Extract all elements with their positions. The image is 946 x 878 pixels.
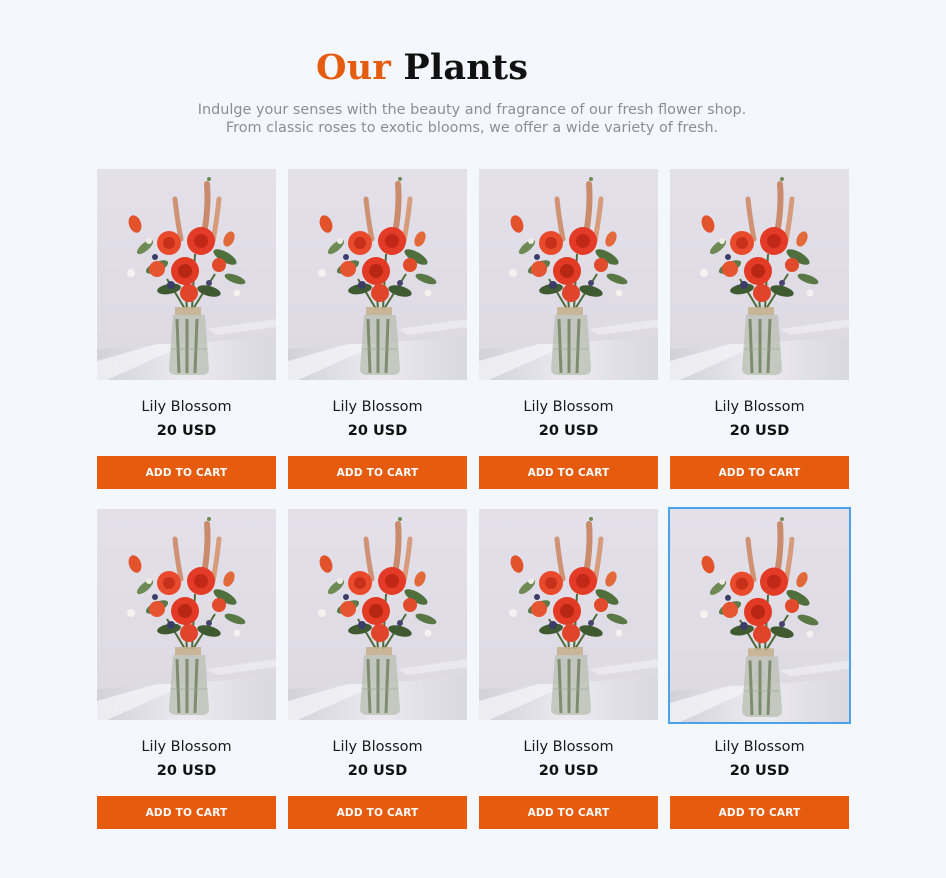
product-image[interactable]	[288, 509, 467, 720]
add-to-cart-button[interactable]: ADD TO CART	[288, 796, 467, 829]
add-to-cart-button[interactable]: ADD TO CART	[97, 796, 276, 829]
flower-bouquet-image	[97, 509, 276, 720]
flower-bouquet-image	[97, 169, 276, 380]
page-title: Our Plants	[316, 48, 528, 88]
product-card: Lily Blossom 20 USD ADD TO CART	[97, 509, 276, 829]
product-card: Lily Blossom 20 USD ADD TO CART	[479, 169, 658, 489]
add-to-cart-button[interactable]: ADD TO CART	[479, 796, 658, 829]
product-card: Lily Blossom 20 USD ADD TO CART	[288, 509, 467, 829]
product-name: Lily Blossom	[523, 399, 614, 415]
product-image[interactable]	[97, 169, 276, 380]
flower-bouquet-image	[670, 169, 849, 380]
add-to-cart-button[interactable]: ADD TO CART	[670, 796, 849, 829]
product-name: Lily Blossom	[141, 739, 232, 755]
product-price: 20 USD	[347, 423, 408, 439]
product-name: Lily Blossom	[714, 739, 805, 755]
product-card: Lily Blossom 20 USD ADD TO CART	[97, 169, 276, 489]
product-name: Lily Blossom	[523, 739, 614, 755]
product-image[interactable]	[288, 169, 467, 380]
product-card: Lily Blossom 20 USD ADD TO CART	[668, 507, 851, 829]
product-image[interactable]	[479, 509, 658, 720]
product-image[interactable]	[479, 169, 658, 380]
flower-bouquet-image	[288, 169, 467, 380]
product-price: 20 USD	[538, 763, 599, 779]
product-name: Lily Blossom	[714, 399, 805, 415]
product-price: 20 USD	[156, 423, 217, 439]
page-title-rest: Plants	[403, 47, 529, 88]
product-card: Lily Blossom 20 USD ADD TO CART	[670, 169, 849, 489]
add-to-cart-button[interactable]: ADD TO CART	[670, 456, 849, 489]
product-card: Lily Blossom 20 USD ADD TO CART	[479, 509, 658, 829]
page-title-accent: Our	[316, 47, 391, 88]
flower-bouquet-image	[670, 509, 849, 722]
flower-bouquet-image	[479, 509, 658, 720]
product-price: 20 USD	[156, 763, 217, 779]
flower-bouquet-image	[479, 169, 658, 380]
product-image[interactable]	[97, 509, 276, 720]
product-card: Lily Blossom 20 USD ADD TO CART	[288, 169, 467, 489]
page-subtitle: Indulge your senses with the beauty and …	[197, 102, 747, 136]
product-grid: Lily Blossom 20 USD ADD TO CART Lily Blo…	[97, 169, 851, 829]
product-image[interactable]	[670, 169, 849, 380]
product-price: 20 USD	[729, 763, 790, 779]
product-price: 20 USD	[538, 423, 599, 439]
add-to-cart-button[interactable]: ADD TO CART	[288, 456, 467, 489]
product-name: Lily Blossom	[332, 739, 423, 755]
product-name: Lily Blossom	[332, 399, 423, 415]
product-price: 20 USD	[729, 423, 790, 439]
add-to-cart-button[interactable]: ADD TO CART	[97, 456, 276, 489]
product-name: Lily Blossom	[141, 399, 232, 415]
add-to-cart-button[interactable]: ADD TO CART	[479, 456, 658, 489]
product-image[interactable]	[668, 507, 851, 724]
product-price: 20 USD	[347, 763, 408, 779]
flower-bouquet-image	[288, 509, 467, 720]
